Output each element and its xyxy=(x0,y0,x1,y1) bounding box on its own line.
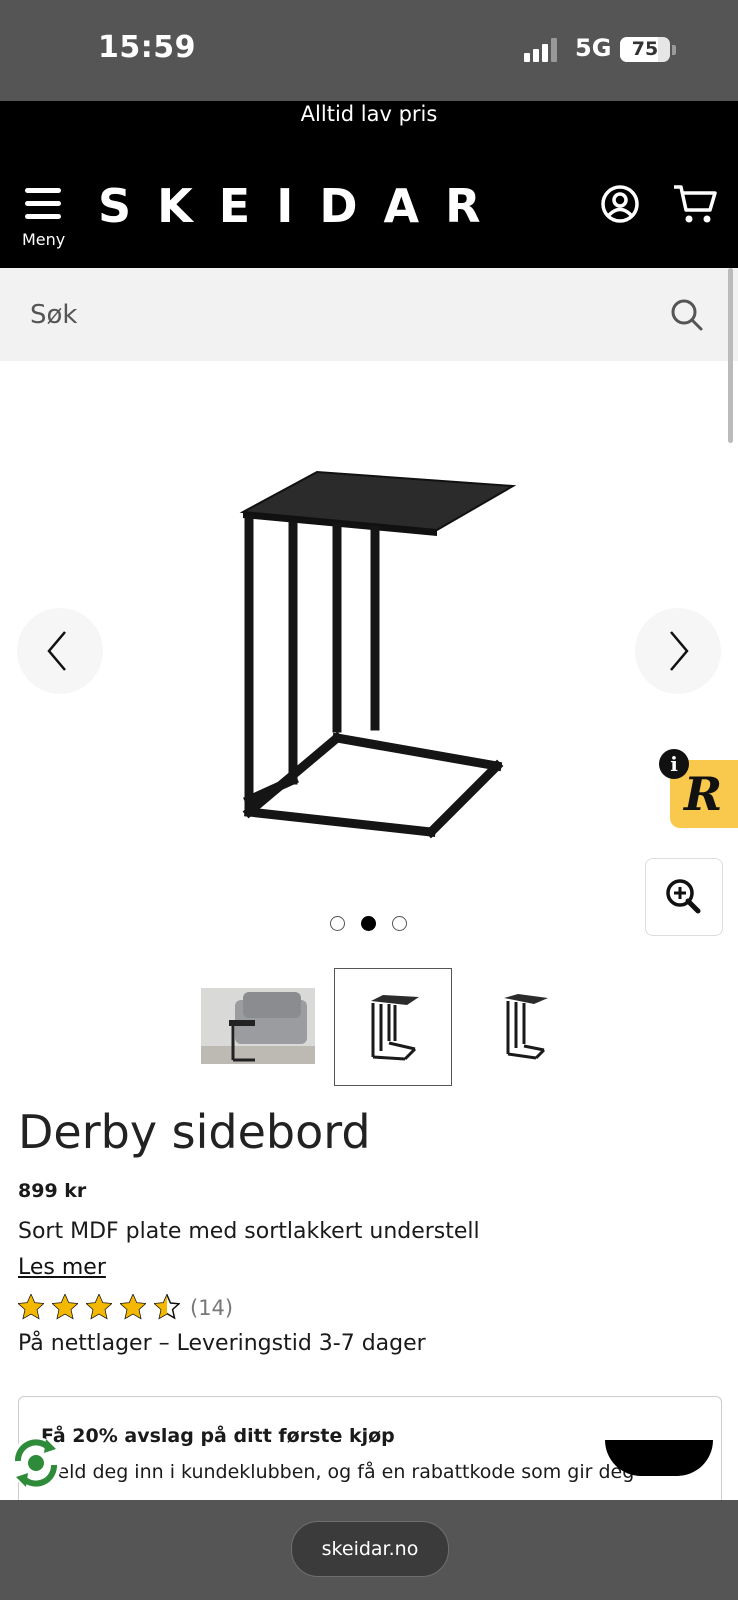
battery-level: 75 xyxy=(631,38,659,60)
battery-icon: 75 xyxy=(620,37,670,62)
read-more-link[interactable]: Les mer xyxy=(18,1255,106,1280)
star-icon xyxy=(120,1294,146,1320)
product-title: Derby sidebord xyxy=(18,1105,371,1159)
cart-icon[interactable] xyxy=(672,183,718,225)
product-image xyxy=(239,470,517,839)
signal-icon xyxy=(524,38,562,62)
search-icon[interactable] xyxy=(670,298,704,332)
prev-image-button[interactable] xyxy=(17,608,103,694)
status-bar: 15:59 5G 75 xyxy=(0,0,738,101)
search-input[interactable] xyxy=(28,286,632,344)
chevron-right-icon xyxy=(670,631,689,671)
status-time: 15:59 xyxy=(98,30,196,65)
chevron-left-icon xyxy=(47,631,66,671)
zoom-in-icon xyxy=(666,879,701,914)
thumbnail-front[interactable] xyxy=(334,968,452,1086)
club-offer-text: Meld deg inn i kundeklubben, og få en ra… xyxy=(41,1461,635,1483)
menu-label: Meny xyxy=(22,230,66,249)
rewards-letter: R xyxy=(684,767,723,821)
url-bar[interactable]: skeidar.no xyxy=(291,1521,449,1577)
thumbnail-front-image xyxy=(371,995,419,1061)
thumbnail-side-image xyxy=(504,994,548,1060)
pagination-dot[interactable] xyxy=(330,916,345,931)
site-header: Meny SKEIDAR xyxy=(0,151,738,268)
star-icon xyxy=(52,1294,78,1320)
product-description: Sort MDF plate med sortlakkert understel… xyxy=(18,1219,480,1244)
info-icon[interactable]: i xyxy=(659,749,689,779)
club-offer-title: Få 20% avslag på ditt første kjøp xyxy=(41,1425,395,1447)
menu-button[interactable]: Meny xyxy=(18,184,70,250)
thumbnail-lifestyle[interactable] xyxy=(199,968,317,1086)
browser-bar: skeidar.no xyxy=(0,1500,738,1600)
scrollbar[interactable] xyxy=(728,268,733,443)
promo-banner: Alltid lav pris xyxy=(0,101,738,151)
thumbnail-side[interactable] xyxy=(468,968,586,1086)
thumbnail-lifestyle-image xyxy=(201,988,315,1064)
pagination-dot[interactable] xyxy=(392,916,407,931)
review-count[interactable]: (14) xyxy=(190,1296,233,1320)
next-image-button[interactable] xyxy=(635,608,721,694)
image-pagination xyxy=(328,916,418,936)
account-icon[interactable] xyxy=(600,184,640,224)
logo[interactable]: SKEIDAR xyxy=(98,179,507,233)
star-icon xyxy=(86,1294,112,1320)
network-label: 5G xyxy=(575,34,612,62)
promo-text: Alltid lav pris xyxy=(300,102,438,126)
stock-status: På nettlager – Leveringstid 3-7 dager xyxy=(18,1331,426,1356)
search-bar xyxy=(0,268,738,361)
zoom-button[interactable] xyxy=(645,858,723,936)
recycle-icon[interactable] xyxy=(8,1435,64,1491)
star-icon xyxy=(154,1294,180,1320)
product-price: 899 kr xyxy=(18,1180,87,1202)
pagination-dot-active[interactable] xyxy=(361,916,376,931)
star-icon xyxy=(18,1294,44,1320)
